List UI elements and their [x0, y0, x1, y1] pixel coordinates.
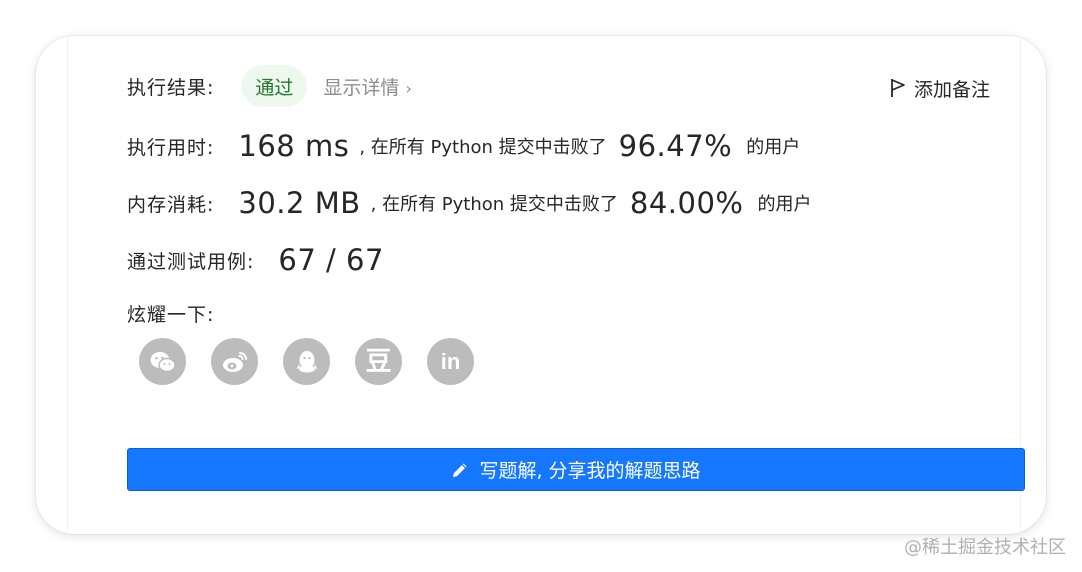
write-solution-button[interactable]: 写题解, 分享我的解题思路	[127, 448, 1025, 491]
memory-row: 内存消耗: 30.2 MB , 在所有 Python 提交中击败了 84.00%…	[127, 181, 811, 225]
memory-value: 30.2 MB	[238, 186, 361, 220]
watermark: @稀土掘金技术社区	[904, 537, 1066, 558]
status-badge: 通过	[241, 65, 308, 107]
wechat-icon	[150, 351, 176, 372]
chevron-right-icon: ›	[405, 78, 412, 98]
share-label: 炫耀一下:	[127, 303, 215, 326]
share-row: 炫耀一下:	[127, 298, 214, 328]
pencil-icon	[453, 463, 467, 477]
submission-result-card: 执行结果: 通过 显示详情 › 添加备注 执行用时: 168 ms , 在所有 P…	[36, 36, 1046, 534]
memory-compare-text: , 在所有 Python 提交中击败了	[370, 194, 618, 215]
douban-icon: 豆	[365, 346, 392, 377]
runtime-value: 168 ms	[238, 129, 350, 163]
memory-label: 内存消耗:	[127, 193, 215, 216]
weibo-icon	[222, 351, 247, 372]
share-douban-button[interactable]: 豆	[355, 338, 402, 385]
share-weibo-button[interactable]	[211, 338, 258, 385]
runtime-percent: 96.47%	[618, 129, 733, 163]
flag-icon	[891, 79, 905, 97]
result-row: 执行结果: 通过 显示详情 ›	[127, 64, 412, 108]
show-details-link[interactable]: 显示详情 ›	[323, 73, 411, 100]
runtime-row: 执行用时: 168 ms , 在所有 Python 提交中击败了 96.47% …	[127, 124, 800, 168]
share-icons: 豆 in	[139, 338, 499, 385]
runtime-label: 执行用时:	[127, 136, 215, 159]
linkedin-icon: in	[440, 348, 461, 374]
testcases-row: 通过测试用例: 67 / 67	[127, 238, 384, 282]
card-inner-panel: 执行结果: 通过 显示详情 › 添加备注 执行用时: 168 ms , 在所有 P…	[67, 36, 1025, 534]
share-wechat-button[interactable]	[139, 338, 186, 385]
share-qq-button[interactable]	[283, 338, 330, 385]
qq-icon	[296, 350, 317, 372]
result-label: 执行结果:	[127, 76, 215, 99]
testcases-value: 67 / 67	[278, 243, 384, 277]
write-solution-label: 写题解, 分享我的解题思路	[479, 460, 701, 482]
runtime-compare-text: , 在所有 Python 提交中击败了	[359, 137, 607, 158]
add-note-button[interactable]: 添加备注	[890, 74, 990, 102]
runtime-suffix: 的用户	[746, 137, 801, 158]
memory-percent: 84.00%	[629, 186, 744, 220]
testcases-label: 通过测试用例:	[127, 250, 255, 273]
add-note-label: 添加备注	[914, 78, 991, 101]
memory-suffix: 的用户	[757, 194, 812, 215]
share-linkedin-button[interactable]: in	[427, 338, 474, 385]
show-details-label: 显示详情	[323, 76, 400, 99]
